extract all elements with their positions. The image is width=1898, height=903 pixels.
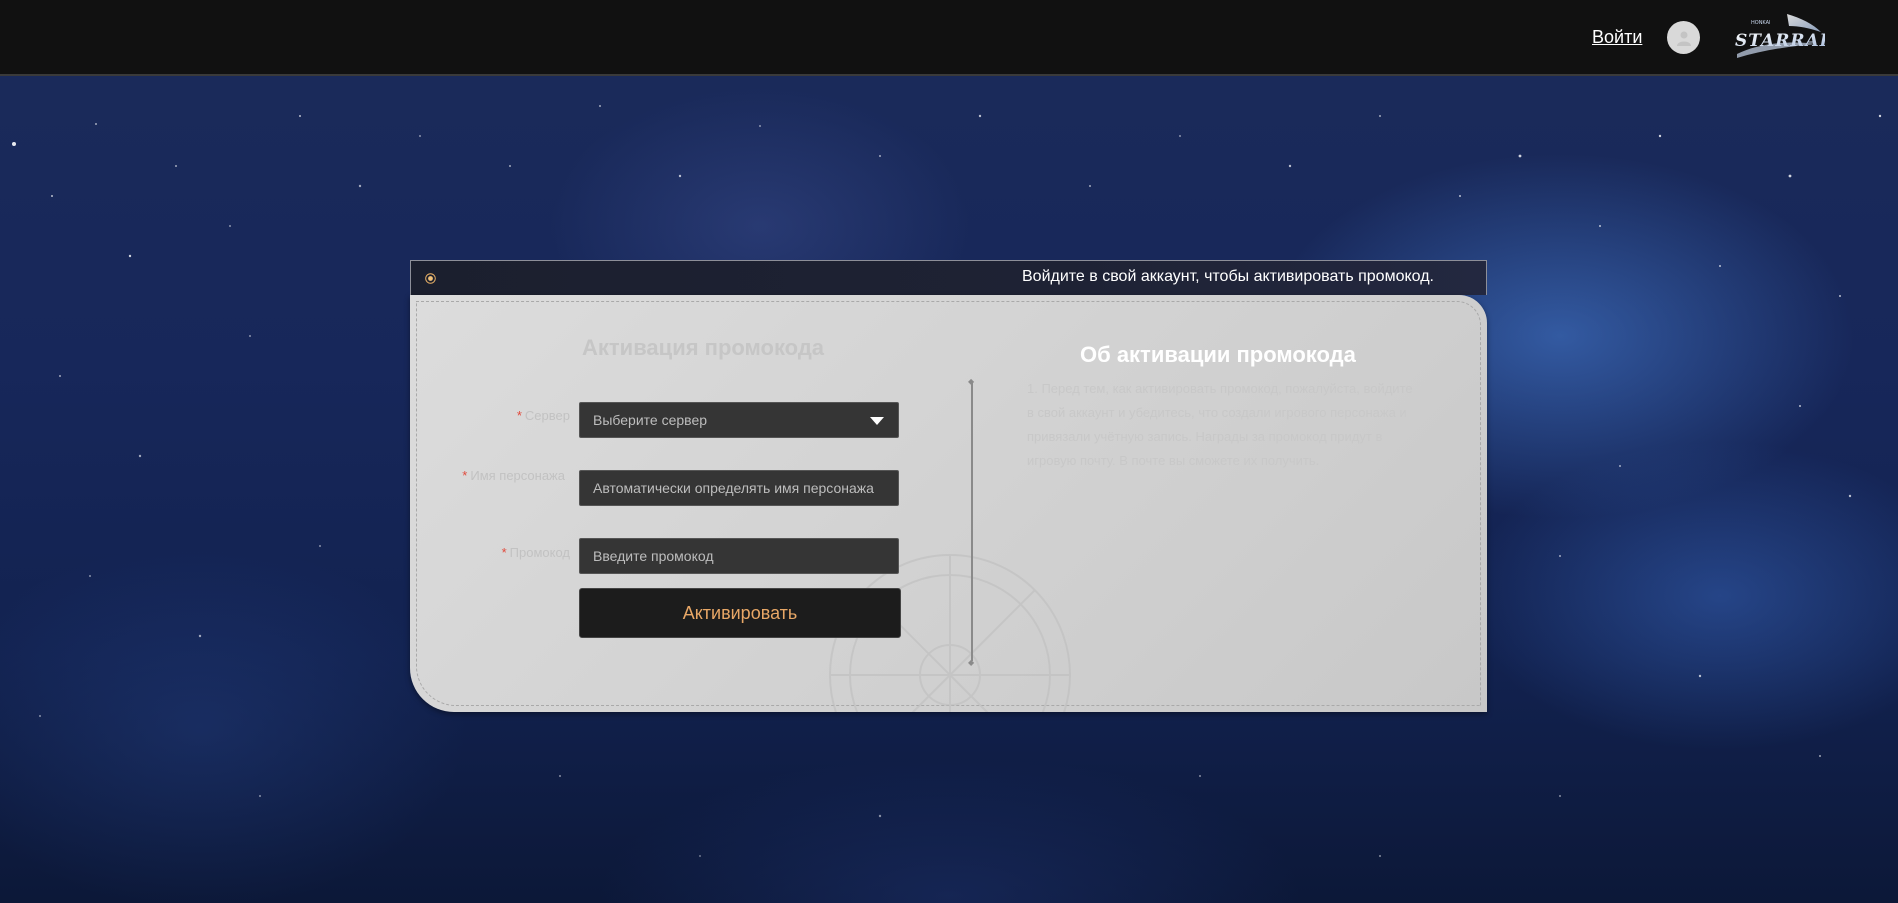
svg-text:HONKAI: HONKAI bbox=[1751, 20, 1771, 26]
login-link[interactable]: Войти bbox=[1592, 27, 1642, 48]
required-asterisk: * bbox=[462, 468, 468, 483]
promo-code-field[interactable] bbox=[579, 538, 899, 574]
login-notice-text: Войдите в свой аккаунт, чтобы активирова… bbox=[1022, 268, 1434, 285]
character-name-input[interactable] bbox=[593, 480, 883, 496]
panel-notice-bar: Войдите в свой аккаунт, чтобы активирова… bbox=[410, 260, 1487, 295]
honkai-star-rail-logo[interactable]: STARRAIL HONKAI bbox=[1717, 10, 1825, 64]
promo-code-label: * Промокод bbox=[501, 545, 570, 560]
panel-body: Активация промокода * Сервер Выберите сер… bbox=[410, 295, 1487, 712]
chevron-down-icon bbox=[870, 417, 884, 425]
activate-button[interactable]: Активировать bbox=[579, 588, 901, 638]
server-select[interactable]: Выберите сервер bbox=[579, 402, 899, 438]
svg-text:STARRAIL: STARRAIL bbox=[1735, 31, 1825, 51]
about-title: Об активации промокода bbox=[1080, 342, 1356, 367]
promo-code-input[interactable] bbox=[593, 548, 883, 564]
form-title: Активация промокода bbox=[582, 335, 825, 360]
promo-panel: Войдите в свой аккаунт, чтобы активирова… bbox=[410, 260, 1487, 712]
required-asterisk: * bbox=[516, 408, 522, 423]
user-avatar-icon[interactable] bbox=[1667, 21, 1700, 54]
character-name-field[interactable] bbox=[579, 470, 899, 506]
required-asterisk: * bbox=[501, 545, 507, 560]
top-header: Войти STARRAIL HONKAI bbox=[0, 0, 1898, 76]
vertical-divider bbox=[971, 383, 973, 661]
character-label: * Имя персонажа bbox=[462, 468, 565, 483]
user-silhouette-icon bbox=[1676, 31, 1691, 46]
server-label: * Сервер bbox=[516, 408, 570, 423]
divider-bottom-diamond-icon: ◆ bbox=[968, 658, 975, 667]
about-text: 1. Перед тем, как активировать промокод,… bbox=[1027, 381, 1413, 468]
star-bullet-icon bbox=[425, 273, 436, 284]
server-select-value: Выберите сервер bbox=[593, 412, 708, 428]
